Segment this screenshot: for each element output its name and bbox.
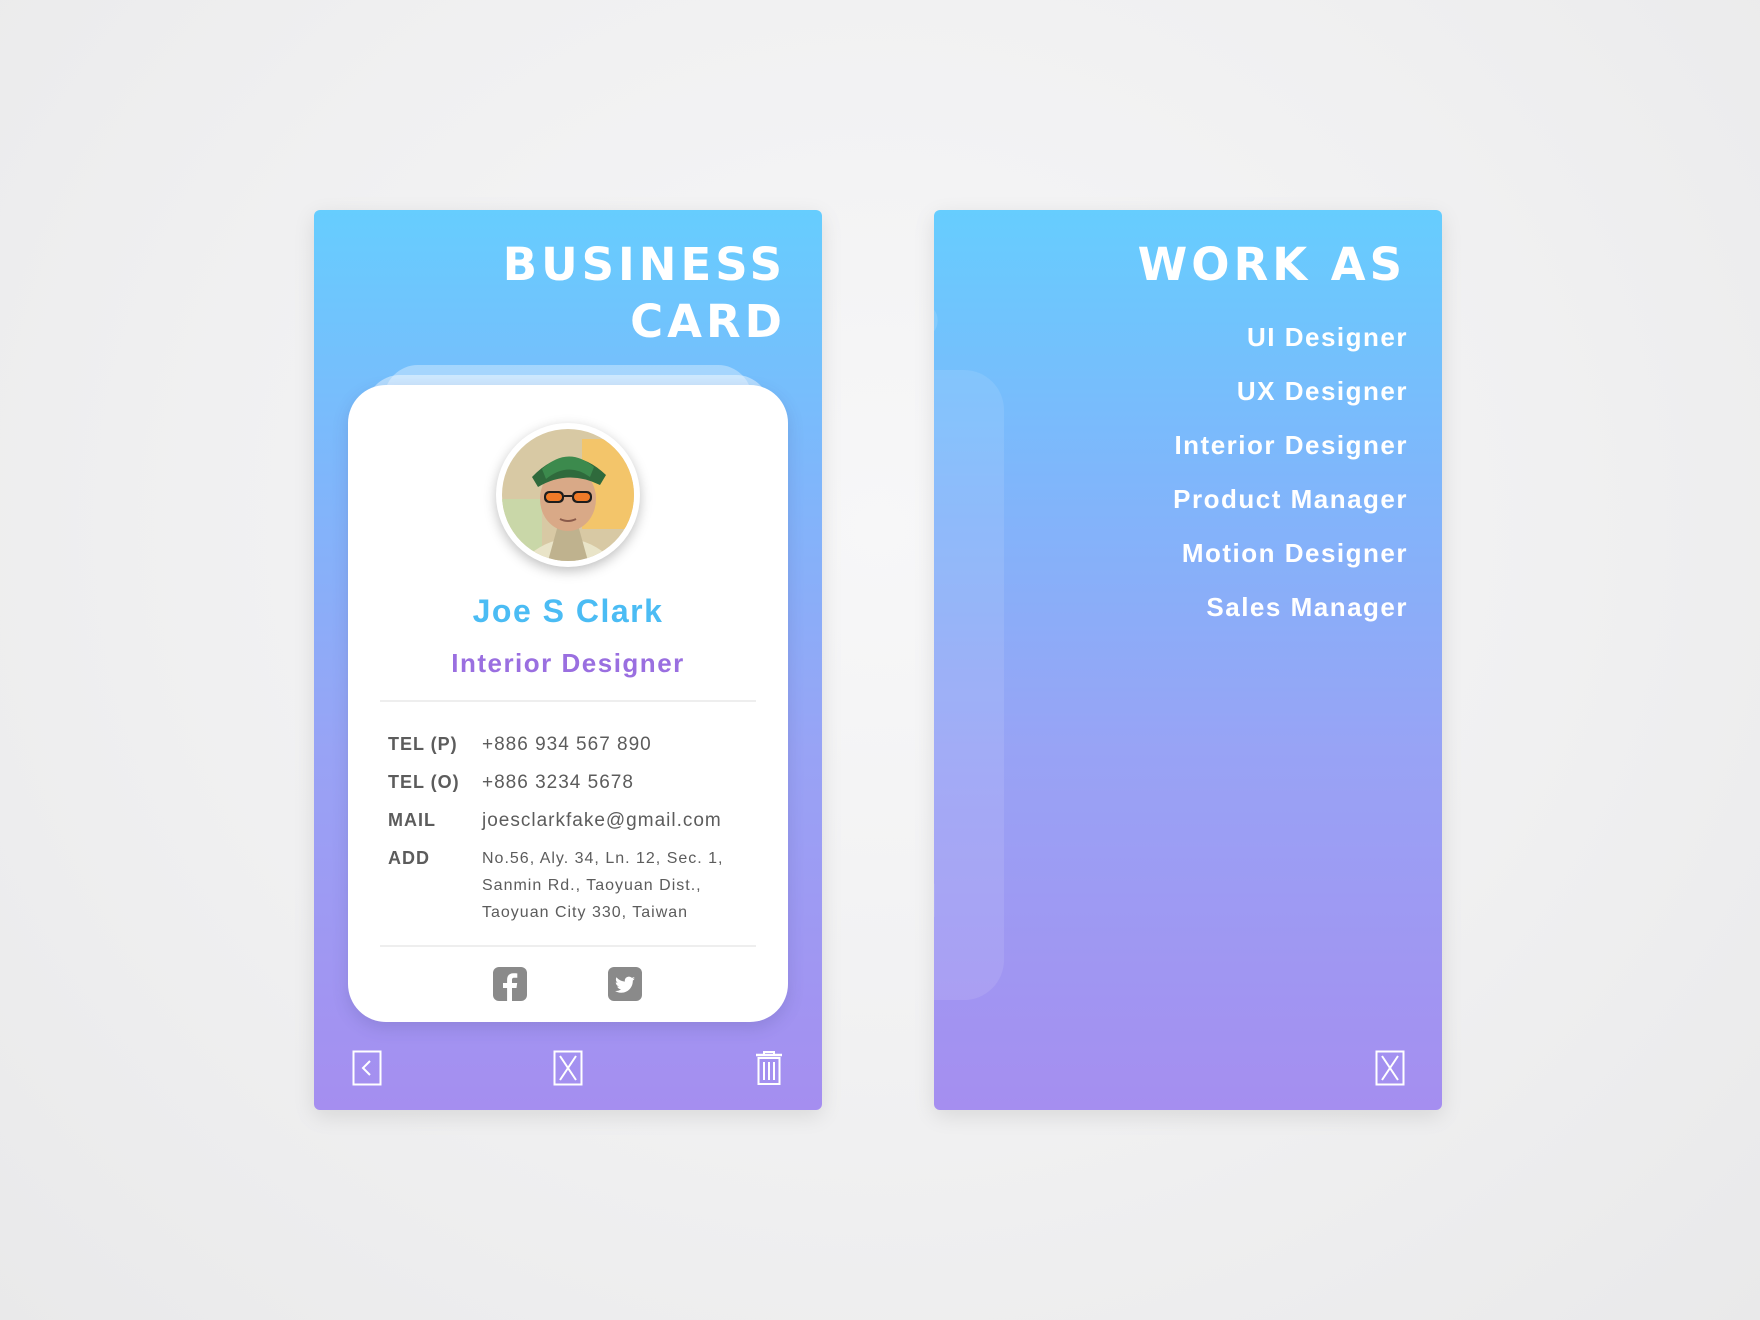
contact-label: MAIL bbox=[388, 810, 436, 830]
contact-value[interactable]: joesclarkfake@gmail.com bbox=[482, 810, 722, 832]
contact-label: TEL (O) bbox=[388, 772, 460, 792]
ghost-title: SS bbox=[934, 238, 935, 291]
twitter-icon[interactable] bbox=[608, 967, 642, 1001]
avatar-photo bbox=[502, 429, 634, 561]
contact-label: ADD bbox=[388, 848, 430, 868]
contact-row-tel-personal: TEL (P) +886 934 567 890 bbox=[388, 734, 652, 756]
job-item[interactable]: Product Manager bbox=[1173, 472, 1408, 526]
title-line: WORK AS bbox=[1137, 238, 1406, 291]
contact-value[interactable]: +886 934 567 890 bbox=[482, 734, 652, 756]
job-item[interactable]: UI Designer bbox=[1173, 310, 1408, 364]
business-card-screen: BUSINESS CARD Joe S Clark Interior Desig… bbox=[314, 210, 822, 1110]
ghost-card bbox=[934, 370, 1004, 1000]
contact-row-tel-office: TEL (O) +886 3234 5678 bbox=[388, 772, 634, 794]
work-as-screen: SS RD CH WORK AS UI Designer UX Designer… bbox=[934, 210, 1442, 1110]
contact-row-mail: MAIL joesclarkfake@gmail.com bbox=[388, 810, 722, 832]
contact-row-address: ADD No.56, Aly. 34, Ln. 12, Sec. 1, Sanm… bbox=[388, 848, 742, 926]
profile-card[interactable]: Joe S Clark Interior Designer TEL (P) +8… bbox=[348, 385, 788, 1022]
screen-title: WORK AS bbox=[1138, 236, 1406, 293]
back-icon bbox=[352, 1050, 382, 1086]
person-role: Interior Designer bbox=[451, 648, 685, 678]
close-icon bbox=[1375, 1050, 1405, 1086]
contact-value[interactable]: +886 3234 5678 bbox=[482, 772, 634, 794]
facebook-icon[interactable] bbox=[493, 967, 527, 1001]
back-button[interactable] bbox=[352, 1050, 382, 1086]
screen-title: BUSINESS CARD bbox=[503, 236, 786, 350]
contact-value[interactable]: No.56, Aly. 34, Ln. 12, Sec. 1, Sanmin R… bbox=[482, 845, 742, 926]
job-item[interactable]: Sales Manager bbox=[1173, 580, 1408, 634]
job-list: UI Designer UX Designer Interior Designe… bbox=[1173, 310, 1408, 634]
close-button[interactable] bbox=[553, 1050, 583, 1086]
person-name: Joe S Clark bbox=[472, 593, 664, 629]
ghost-title: CH bbox=[934, 875, 943, 928]
avatar bbox=[496, 423, 640, 567]
divider-bottom bbox=[380, 945, 756, 947]
ghost-title: RD bbox=[934, 295, 944, 348]
divider-top bbox=[380, 700, 756, 702]
job-item[interactable]: UX Designer bbox=[1173, 364, 1408, 418]
trash-icon bbox=[756, 1051, 782, 1085]
title-line-1: BUSINESS bbox=[502, 238, 786, 291]
close-button[interactable] bbox=[1375, 1050, 1405, 1086]
job-item[interactable]: Motion Designer bbox=[1173, 526, 1408, 580]
contact-label: TEL (P) bbox=[388, 734, 458, 754]
close-icon bbox=[553, 1050, 583, 1086]
job-item[interactable]: Interior Designer bbox=[1173, 418, 1408, 472]
title-line-2: CARD bbox=[630, 295, 786, 348]
delete-button[interactable] bbox=[754, 1050, 784, 1086]
